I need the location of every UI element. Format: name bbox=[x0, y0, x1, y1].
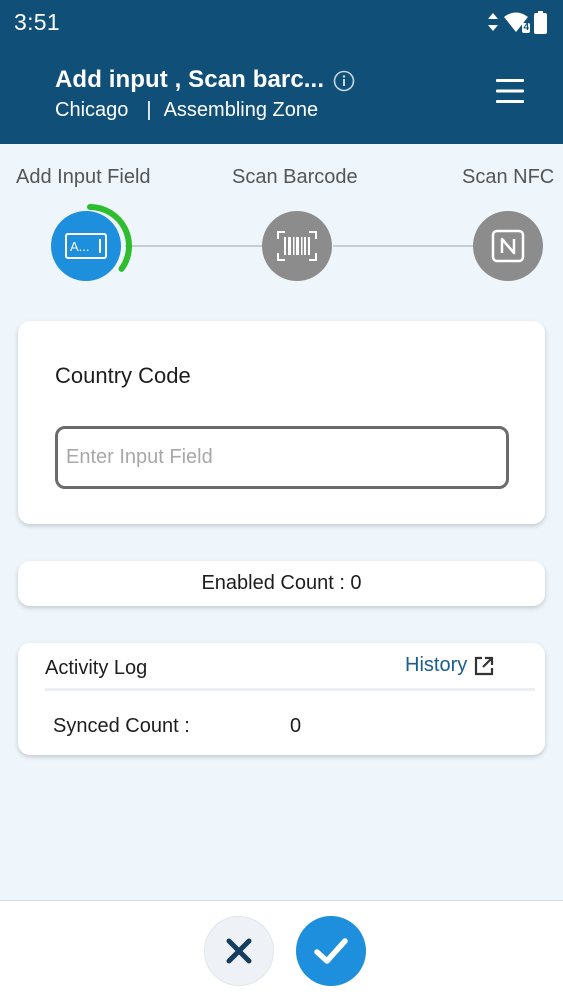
hamburger-menu-icon[interactable] bbox=[495, 78, 525, 109]
synced-count-label: Synced Count : bbox=[53, 715, 190, 737]
synced-count-value: 0 bbox=[290, 715, 302, 737]
history-link[interactable]: History bbox=[405, 654, 495, 677]
external-link-icon bbox=[475, 656, 494, 675]
step-scan-barcode[interactable] bbox=[262, 211, 332, 281]
input-field-icon: A... bbox=[65, 233, 107, 259]
info-icon[interactable] bbox=[333, 70, 355, 97]
step-scan-nfc[interactable] bbox=[473, 211, 543, 281]
barcode-icon bbox=[277, 231, 317, 261]
enabled-count-card: Enabled Count : 0 bbox=[18, 561, 545, 606]
step-connector bbox=[125, 245, 263, 247]
check-icon bbox=[314, 938, 348, 964]
battery-icon bbox=[534, 10, 547, 34]
subtitle-separator: | bbox=[146, 99, 152, 121]
data-arrows-icon bbox=[488, 13, 498, 31]
close-icon bbox=[226, 938, 252, 964]
activity-log-title: Activity Log bbox=[45, 657, 148, 679]
step-label-add-input: Add Input Field bbox=[16, 166, 151, 188]
network-badge: 4 bbox=[522, 22, 530, 33]
activity-log-card: Activity Log History Synced Count : 0 bbox=[18, 643, 545, 755]
zone-label: Assembling Zone bbox=[163, 99, 319, 121]
history-label: History bbox=[405, 654, 468, 676]
step-label-scan-nfc: Scan NFC bbox=[462, 166, 555, 188]
cancel-button[interactable] bbox=[204, 916, 274, 986]
bottom-action-bar bbox=[0, 900, 563, 1000]
status-icons: 4 bbox=[488, 10, 547, 34]
country-code-input[interactable] bbox=[55, 426, 509, 489]
step-connector bbox=[333, 245, 475, 247]
workflow-stepper: Add Input Field Scan Barcode Scan NFC A.… bbox=[0, 144, 563, 304]
page-title: Add input , Scan barc... bbox=[55, 66, 325, 93]
field-label: Country Code bbox=[55, 363, 191, 388]
header-subtitle: Chicago | Assembling Zone bbox=[55, 99, 318, 122]
confirm-button[interactable] bbox=[296, 916, 366, 986]
location-label: Chicago bbox=[55, 99, 129, 121]
nfc-icon bbox=[491, 229, 525, 263]
status-time: 3:51 bbox=[14, 8, 60, 35]
input-card: Country Code bbox=[18, 321, 545, 524]
step-label-scan-barcode: Scan Barcode bbox=[232, 166, 358, 188]
step-add-input-field[interactable]: A... bbox=[51, 211, 121, 281]
app-header: Add input , Scan barc... Chicago | Assem… bbox=[0, 44, 563, 144]
wifi-icon: 4 bbox=[504, 12, 530, 33]
status-bar: 3:51 4 bbox=[0, 0, 563, 44]
log-divider bbox=[45, 688, 535, 691]
input-field-glyph: A... bbox=[70, 239, 90, 254]
enabled-count-text: Enabled Count : 0 bbox=[201, 572, 362, 594]
